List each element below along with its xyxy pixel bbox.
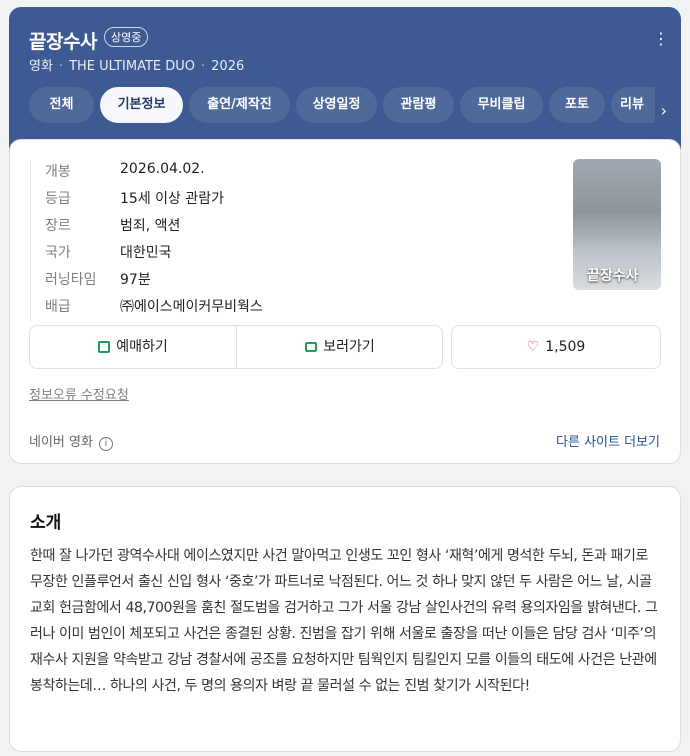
intro-text: 한때 잘 나가던 광역수사대 에이스였지만 사건 말아먹고 인생도 꼬인 형사 …	[30, 548, 658, 694]
basic-info-card: 개봉 2026.04.02. 등급 15세 이상 관람가 장르 범죄, 액션 국…	[9, 139, 681, 464]
info-value: 범죄, 액션	[120, 218, 181, 234]
reserve-button[interactable]: 예매하기	[30, 326, 237, 368]
info-icon[interactable]: i	[98, 437, 113, 451]
like-count: 1,509	[545, 339, 586, 355]
info-row-genre: 장르 범죄, 액션	[31, 214, 551, 241]
movie-poster[interactable]: 끝장수사	[573, 159, 661, 290]
more-sites-link[interactable]: 다른 사이트 더보기	[556, 431, 660, 450]
tab-ratings[interactable]: 관람평	[383, 87, 454, 123]
chevron-right-icon[interactable]: ›	[661, 101, 667, 120]
tab-reviews[interactable]: 리뷰	[611, 87, 655, 123]
info-list: 개봉 2026.04.02. 등급 15세 이상 관람가 장르 범죄, 액션 국…	[30, 160, 551, 322]
tab-bar: 전체 기본정보 출연/제작진 상영일정 관람평 무비클립 포토 리뷰	[29, 87, 655, 123]
tab-all[interactable]: 전체	[29, 87, 94, 123]
calendar-n-icon	[98, 341, 111, 353]
more-vertical-icon[interactable]: ⋮	[653, 31, 669, 47]
status-badge: 상영중	[104, 27, 149, 47]
like-button[interactable]: ♡ 1,509	[451, 325, 661, 369]
heart-icon: ♡	[526, 339, 540, 355]
info-label: 등급	[45, 191, 71, 207]
info-row-rating: 등급 15세 이상 관람가	[31, 187, 551, 214]
tab-photos[interactable]: 포토	[549, 87, 605, 123]
info-label: 배급	[45, 299, 71, 315]
info-value: ㈜에이스메이커무비웍스	[120, 299, 263, 315]
meta-type: 영화	[29, 59, 53, 74]
movie-header: 끝장수사 상영중 영화 · THE ULTIMATE DUO · 2026 ⋮ 전체 기…	[9, 7, 681, 157]
reserve-label: 예매하기	[116, 339, 168, 355]
watch-label: 보러가기	[323, 339, 375, 355]
info-value: 2026.04.02.	[120, 161, 205, 177]
error-report-link[interactable]: 정보오류 수정요청	[29, 384, 129, 403]
meta-separator: ·	[201, 59, 206, 74]
info-row-country: 국가 대한민국	[31, 241, 551, 268]
meta-english-title: THE ULTIMATE DUO	[69, 59, 196, 74]
tab-schedule[interactable]: 상영일정	[296, 87, 377, 123]
source-text: 네이버 영화	[29, 435, 93, 450]
info-row-release: 개봉 2026.04.02.	[31, 160, 551, 187]
meta-year: 2026	[211, 59, 245, 74]
info-row-distributor: 배급 ㈜에이스메이커무비웍스	[31, 295, 551, 322]
source-label: 네이버 영화 i	[29, 431, 113, 451]
meta-separator: ·	[58, 59, 64, 74]
poster-title: 끝장수사	[587, 268, 639, 284]
info-label: 국가	[45, 245, 71, 261]
info-value: 97분	[120, 272, 151, 288]
action-buttons: 예매하기 보러가기	[29, 325, 443, 369]
info-value: 15세 이상 관람가	[120, 191, 224, 207]
watch-button[interactable]: 보러가기	[237, 326, 443, 368]
info-label: 개봉	[45, 164, 71, 180]
tab-cast-crew[interactable]: 출연/제작진	[189, 87, 290, 123]
movie-title: 끝장수사	[29, 31, 97, 53]
intro-card: 소개 한때 잘 나가던 광역수사대 에이스였지만 사건 말아먹고 인생도 꼬인 …	[9, 486, 681, 752]
info-label: 장르	[45, 218, 71, 234]
tab-movie-clips[interactable]: 무비클립	[460, 87, 543, 123]
info-label: 러닝타임	[45, 272, 97, 288]
info-value: 대한민국	[120, 245, 172, 261]
video-camera-icon	[305, 342, 318, 352]
intro-title: 소개	[30, 513, 62, 533]
info-row-runtime: 러닝타임 97분	[31, 268, 551, 295]
movie-meta: 영화 · THE ULTIMATE DUO · 2026	[29, 55, 244, 74]
tab-basic-info[interactable]: 기본정보	[100, 87, 183, 123]
